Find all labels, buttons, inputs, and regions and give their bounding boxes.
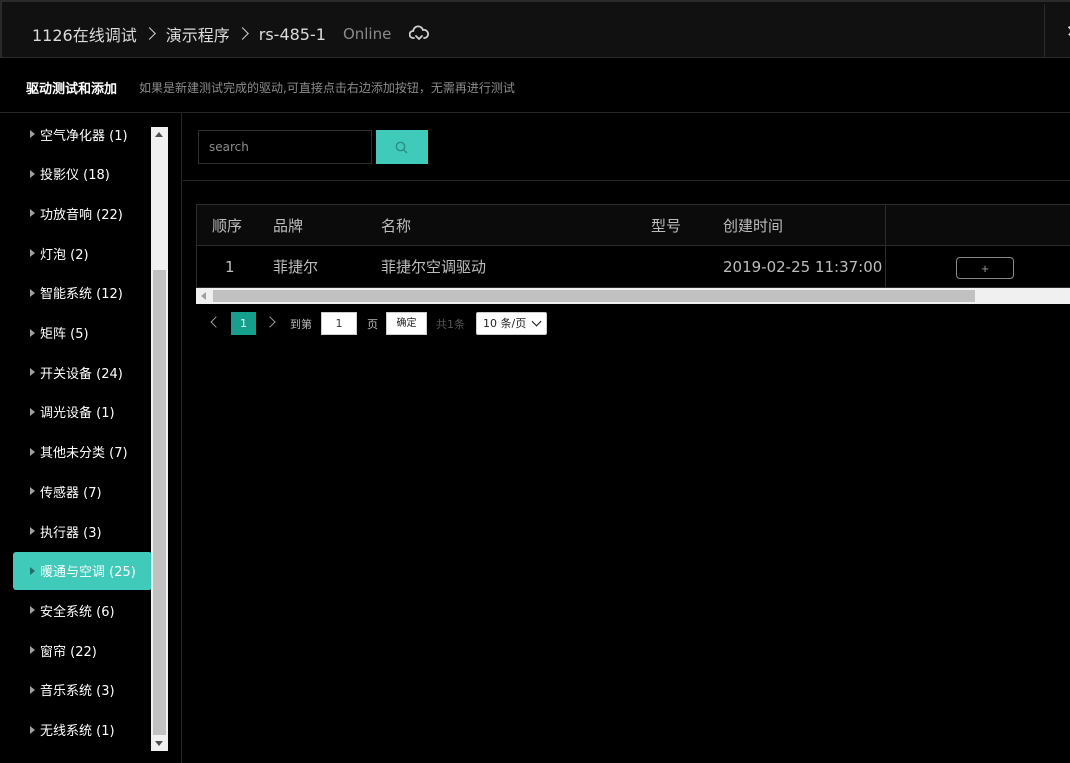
sidebar-item-label: 开关设备 (24) xyxy=(40,366,123,382)
add-driver-button[interactable]: + xyxy=(956,257,1014,279)
sidebar-item-label: 智能系统 (12) xyxy=(40,287,123,303)
sidebar-item-category[interactable]: 执行器 (3) xyxy=(13,512,152,550)
breadcrumb-item-project[interactable]: 1126在线调试 xyxy=(32,22,137,46)
scrollbar-thumb[interactable] xyxy=(213,290,975,302)
cell-name: 菲捷尔空调驱动 xyxy=(381,258,487,276)
breadcrumb: 1126在线调试 演示程序 rs-485-1 Online xyxy=(32,22,430,46)
sidebar-item-label: 无线系统 (1) xyxy=(40,724,115,739)
section-hint: 如果是新建测试完成的驱动,可直接点击右边添加按钮，无需再进行测试 xyxy=(139,81,515,95)
sidebar-item-label: 投影仪 (18) xyxy=(40,168,110,184)
sidebar-item-category[interactable]: 矩阵 (5) xyxy=(13,314,152,352)
sidebar-item-category[interactable]: 开关设备 (24) xyxy=(13,353,152,391)
cell-created: 2019-02-25 11:37:00 xyxy=(723,257,883,276)
sidebar-item-category[interactable]: 功放音响 (22) xyxy=(13,194,152,232)
search-icon xyxy=(395,141,408,154)
page-unit-label: 页 xyxy=(367,318,378,331)
sidebar-item-label: 调光设备 (1) xyxy=(40,406,115,422)
breadcrumb-item-device: rs-485-1 xyxy=(258,24,326,44)
action-column: + xyxy=(885,205,1070,289)
sidebar-item-label: 功放音响 (22) xyxy=(40,207,123,223)
category-sidebar: 空气净化器 (1) 投影仪 (18) 功放音响 (22) 灯泡 (2) 智能系统 (12… xyxy=(0,113,182,763)
sidebar-item-label: 执行器 (3) xyxy=(40,525,102,541)
sidebar-item-category[interactable]: 无线系统 (1) xyxy=(13,711,152,749)
sidebar-item-category[interactable]: 其他未分类 (7) xyxy=(13,433,152,471)
total-count: 共1条 xyxy=(436,318,465,331)
scroll-down-icon[interactable] xyxy=(155,741,163,746)
column-header-created: 创建时间 xyxy=(723,216,784,235)
search-bar xyxy=(183,113,1070,181)
close-icon[interactable] xyxy=(1044,4,1070,58)
chevron-right-icon xyxy=(145,27,155,41)
sidebar-scrollbar[interactable] xyxy=(151,127,168,751)
sidebar-item-category[interactable]: 投影仪 (18) xyxy=(13,155,152,193)
search-input[interactable] xyxy=(198,130,372,164)
page-size-select[interactable]: 10 条/页 xyxy=(476,312,547,335)
chevron-right-icon[interactable] xyxy=(264,316,276,328)
scroll-up-icon[interactable] xyxy=(155,132,163,137)
pagination: 1 到第 页 确定 共1条 10 条/页 xyxy=(196,312,556,336)
page-number-current[interactable]: 1 xyxy=(231,312,256,335)
sidebar-item-category[interactable]: 灯泡 (2) xyxy=(13,234,152,272)
sidebar-item-category[interactable]: 安全系统 (6) xyxy=(13,591,152,629)
table-horizontal-scrollbar[interactable] xyxy=(196,288,1070,304)
goto-label: 到第 xyxy=(290,318,312,331)
sidebar-item-category[interactable]: 智能系统 (12) xyxy=(13,274,152,312)
cell-brand: 菲捷尔 xyxy=(273,258,319,276)
sidebar-item-label: 空气净化器 (1) xyxy=(40,128,128,144)
goto-page-input[interactable] xyxy=(321,312,357,335)
sidebar-item-category[interactable]: 窗帘 (22) xyxy=(13,631,152,669)
table-body: 顺序 品牌 名称 型号 创建时间 1 菲捷尔 菲捷尔空调驱动 2019-02-2… xyxy=(196,204,1070,289)
goto-confirm-button[interactable]: 确定 xyxy=(386,312,427,335)
column-header-index: 顺序 xyxy=(212,216,243,235)
page-size-value: 10 条/页 xyxy=(483,317,527,330)
sidebar-item-category[interactable]: 暖通与空调 (25) xyxy=(13,551,152,590)
sidebar-item-label: 窗帘 (22) xyxy=(40,644,97,660)
scroll-left-icon[interactable] xyxy=(201,292,206,300)
sidebar-item-label: 其他未分类 (7) xyxy=(40,446,128,462)
search-button[interactable] xyxy=(376,130,428,164)
chevron-left-icon[interactable] xyxy=(210,316,222,328)
sidebar-item-category[interactable]: 传感器 (7) xyxy=(13,472,152,510)
column-header-model: 型号 xyxy=(651,216,682,235)
subheader: 驱动测试和添加 如果是新建测试完成的驱动,可直接点击右边添加按钮，无需再进行测试 xyxy=(0,58,1070,113)
sidebar-item-label: 矩阵 (5) xyxy=(40,327,89,342)
sidebar-item-label: 安全系统 (6) xyxy=(40,604,115,620)
chevron-down-icon xyxy=(531,316,542,327)
main-panel: 顺序 品牌 名称 型号 创建时间 1 菲捷尔 菲捷尔空调驱动 2019-02-2… xyxy=(183,113,1070,763)
sidebar-item-label: 暖通与空调 (25) xyxy=(40,565,136,581)
sidebar-item-label: 灯泡 (2) xyxy=(40,247,89,263)
sidebar-item-category[interactable]: 音乐系统 (3) xyxy=(13,671,152,709)
sidebar-item-label: 音乐系统 (3) xyxy=(40,684,115,700)
cell-index: 1 xyxy=(225,257,235,276)
sidebar-item-category[interactable]: 空气净化器 (1) xyxy=(13,115,152,153)
sidebar-item-category[interactable]: 调光设备 (1) xyxy=(13,393,152,431)
section-title: 驱动测试和添加 xyxy=(26,82,118,97)
cloud-sync-icon[interactable] xyxy=(409,25,430,43)
top-bar: 1126在线调试 演示程序 rs-485-1 Online xyxy=(0,0,1070,58)
chevron-right-icon xyxy=(238,27,248,41)
breadcrumb-item-program[interactable]: 演示程序 xyxy=(166,22,230,46)
column-header-brand: 品牌 xyxy=(273,216,304,235)
sidebar-item-label: 传感器 (7) xyxy=(40,485,102,501)
scrollbar-thumb[interactable] xyxy=(153,270,166,735)
status-text: Online xyxy=(342,25,392,43)
column-header-name: 名称 xyxy=(381,216,412,235)
